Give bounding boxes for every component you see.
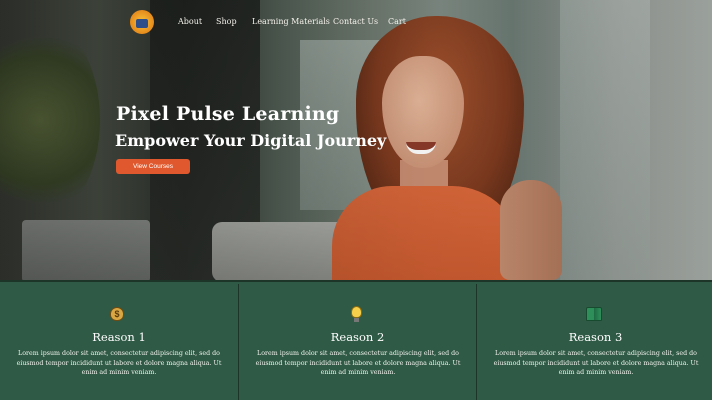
reasons-section: Reason 1 Lorem ipsum dolor sit amet, con… bbox=[0, 280, 712, 400]
reason-card: Reason 3 Lorem ipsum dolor sit amet, con… bbox=[476, 284, 712, 400]
reason-card: Reason 1 Lorem ipsum dolor sit amet, con… bbox=[0, 284, 238, 400]
nav-link-contact-us[interactable]: Contact Us bbox=[333, 17, 378, 26]
reason-text: Lorem ipsum dolor sit amet, consectetur … bbox=[16, 350, 222, 376]
reason-text: Lorem ipsum dolor sit amet, consectetur … bbox=[493, 350, 699, 376]
hero-section: About Shop Learning Materials Contact Us… bbox=[0, 0, 712, 280]
nav-link-cart[interactable]: Cart bbox=[388, 17, 406, 26]
reason-title: Reason 3 bbox=[568, 330, 623, 344]
reason-title: Reason 2 bbox=[330, 330, 385, 344]
view-courses-button[interactable]: View Courses bbox=[116, 159, 190, 174]
nav-link-shop[interactable]: Shop bbox=[216, 17, 237, 26]
book-icon bbox=[585, 305, 603, 323]
hero-title: Pixel Pulse Learning bbox=[116, 103, 340, 125]
money-bag-icon bbox=[108, 305, 126, 323]
reason-title: Reason 1 bbox=[92, 330, 146, 344]
reason-text: Lorem ipsum dolor sit amet, consectetur … bbox=[255, 350, 461, 376]
nav-link-about[interactable]: About bbox=[178, 17, 202, 26]
nav-link-learning-materials[interactable]: Learning Materials bbox=[252, 17, 330, 26]
lightbulb-icon bbox=[347, 305, 365, 323]
top-nav: About Shop Learning Materials Contact Us… bbox=[0, 0, 712, 44]
hero-subtitle: Empower Your Digital Journey bbox=[115, 131, 387, 150]
reason-card: Reason 2 Lorem ipsum dolor sit amet, con… bbox=[238, 284, 476, 400]
lightbulb-logo-icon[interactable] bbox=[130, 10, 154, 34]
